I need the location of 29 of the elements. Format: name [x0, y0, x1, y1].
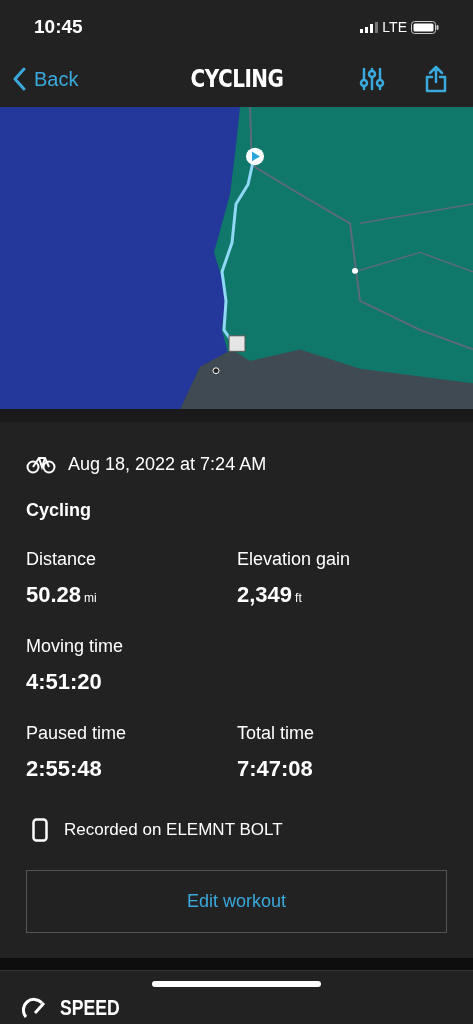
share-icon[interactable]	[425, 64, 447, 93]
status-time: 10:45	[34, 15, 83, 39]
stat-value: 2,349	[237, 580, 293, 609]
device-label: Recorded on ELEMNT BOLT	[64, 818, 283, 841]
stat-unit: mi	[84, 589, 97, 607]
adjustments-icon[interactable]	[359, 65, 385, 92]
workout-type: Cycling	[26, 498, 92, 522]
stat-label: Elevation gain	[237, 547, 352, 571]
stat-value: 7:47:08	[237, 754, 313, 783]
back-button[interactable]: Back	[12, 63, 79, 94]
stat-label: Total time	[237, 721, 316, 745]
stat-unit: ft	[295, 589, 302, 607]
stat-label: Paused time	[26, 721, 128, 745]
phone-icon	[32, 817, 48, 842]
chevron-left-icon	[12, 66, 26, 91]
battery-icon	[411, 20, 439, 34]
network-label: LTE	[382, 17, 407, 37]
stat-value: 50.28	[26, 580, 82, 609]
section-title: SPEED	[60, 994, 120, 1022]
stat-label: Distance	[26, 547, 98, 571]
stat-value: 2:55:48	[26, 754, 102, 783]
stat-value: 4:51:20	[26, 667, 102, 696]
bicycle-icon	[26, 454, 56, 475]
screen-title: CYCLING	[190, 62, 283, 95]
speedometer-icon	[22, 996, 48, 1019]
workout-date: Aug 18, 2022 at 7:24 AM	[68, 452, 267, 476]
signal-icon	[360, 21, 379, 33]
edit-workout-button[interactable]: Edit workout	[26, 870, 447, 934]
stat-label: Moving time	[26, 634, 125, 658]
